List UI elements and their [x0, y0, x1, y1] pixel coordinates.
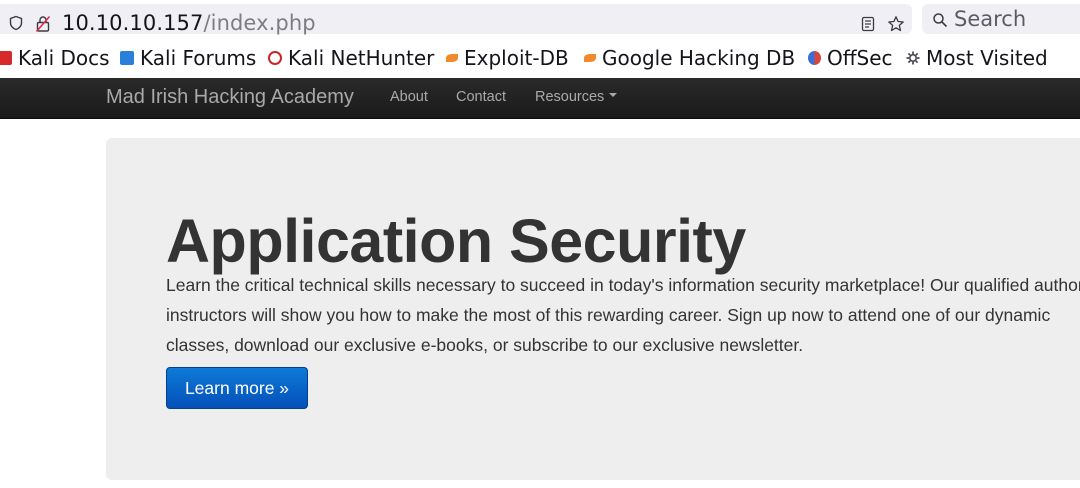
bookmark-label: Kali Forums [140, 46, 257, 70]
nav-about-link[interactable]: About [390, 89, 428, 105]
hero-jumbotron: Application Security Learn the critical … [106, 138, 1080, 480]
bookmark-offsec[interactable]: OffSec [808, 46, 893, 70]
offsec-icon [808, 51, 821, 65]
hero-title: Application Security [166, 207, 746, 275]
kali-forums-icon [120, 51, 134, 65]
search-placeholder: Search [954, 7, 1027, 31]
insecure-lock-icon[interactable] [35, 15, 51, 33]
site-navbar: Mad Irish Hacking Academy About Contact … [0, 78, 1080, 119]
ghdb-icon [584, 54, 596, 62]
bookmark-kali-nethunter[interactable]: Kali NetHunter [268, 46, 434, 70]
bookmark-exploit-db[interactable]: Exploit-DB [446, 46, 569, 70]
search-icon [933, 13, 948, 28]
url-text[interactable]: 10.10.10.157/index.php [62, 11, 316, 35]
hero-text-line: instructors will show you how to make th… [166, 305, 1051, 325]
caret-down-icon [609, 93, 618, 98]
url-path: /index.php [203, 11, 316, 35]
hero-text-line: Learn the critical technical skills nece… [166, 275, 1080, 295]
bookmark-kali-docs[interactable]: Kali Docs [0, 46, 110, 70]
tracking-protection-shield-icon[interactable] [8, 15, 24, 31]
bookmark-label: OffSec [827, 46, 893, 70]
hero-description: Learn the critical technical skills nece… [166, 270, 1080, 360]
kali-docs-icon [0, 51, 12, 65]
bookmark-label: Most Visited [926, 46, 1048, 70]
learn-more-button[interactable]: Learn more » [166, 367, 308, 409]
gear-icon [906, 51, 920, 65]
nethunter-icon [268, 51, 282, 65]
address-bar[interactable]: 10.10.10.157/index.php [0, 4, 912, 35]
bookmark-label: Kali Docs [18, 46, 110, 70]
search-box[interactable]: Search [922, 4, 1080, 34]
bookmark-label: Exploit-DB [464, 46, 569, 70]
nav-resources-dropdown[interactable]: Resources [535, 89, 618, 105]
nav-contact-link[interactable]: Contact [456, 89, 506, 105]
url-host: 10.10.10.157 [62, 11, 204, 35]
bookmark-star-icon[interactable] [887, 15, 905, 33]
bookmark-most-visited[interactable]: Most Visited [906, 46, 1048, 70]
bookmark-label: Kali NetHunter [288, 46, 435, 70]
site-brand[interactable]: Mad Irish Hacking Academy [106, 86, 354, 109]
nav-resources-label: Resources [535, 89, 605, 105]
bookmarks-toolbar: Kali Docs Kali Forums Kali NetHunter Exp… [0, 40, 1080, 78]
reader-view-icon[interactable] [860, 16, 876, 32]
exploit-db-icon [446, 54, 458, 62]
browser-toolbar: 10.10.10.157/index.php Search [0, 0, 1080, 40]
bookmark-kali-forums[interactable]: Kali Forums [120, 46, 256, 70]
bookmark-google-hacking-db[interactable]: Google Hacking DB [584, 46, 795, 70]
hero-text-line: classes, download our exclusive e-books,… [166, 335, 804, 355]
bookmark-label: Google Hacking DB [602, 46, 796, 70]
